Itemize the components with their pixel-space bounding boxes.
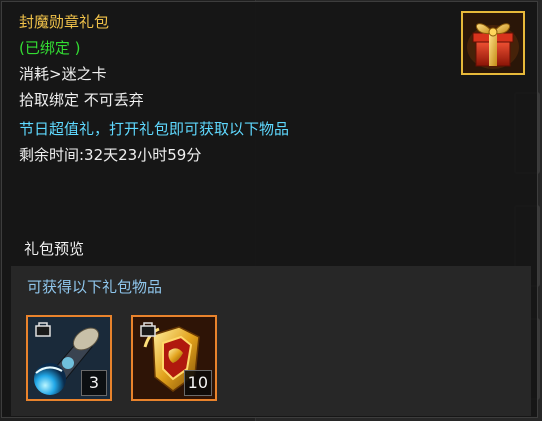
item-description: 节日超值礼，打开礼包即可获取以下物品 [19,120,290,138]
reward-slot[interactable]: 10 [131,315,217,401]
preview-area: 可获得以下礼包物品 3 10 [11,266,531,416]
lock-icon [140,322,156,337]
bound-status: (已绑定 ) [19,39,81,57]
item-count: 3 [81,370,107,396]
lock-icon [35,322,51,337]
item-title: 封魔勋章礼包 [19,13,110,31]
reward-slot[interactable]: 3 [26,315,112,401]
remaining-time: 剩余时间:32天23小时59分 [19,146,202,164]
item-tooltip: 封魔勋章礼包 (已绑定 ) 消耗>迷之卡 拾取绑定 不可丢弃 节日超值礼，打开礼… [1,1,538,418]
preview-caption: 可获得以下礼包物品 [27,278,163,296]
bind-rule: 拾取绑定 不可丢弃 [19,91,144,109]
item-count: 10 [183,370,212,396]
gift-box-icon [461,11,525,75]
preview-header: 礼包预览 [24,240,85,258]
consume-requirement: 消耗>迷之卡 [19,65,107,83]
